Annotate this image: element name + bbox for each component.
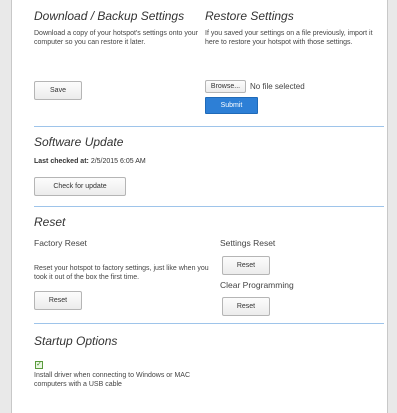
startup-options-title: Startup Options — [34, 334, 118, 348]
clear-programming-button[interactable]: Reset — [222, 297, 270, 316]
last-checked-row: Last checked at: 2/5/2015 6:05 AM — [34, 158, 146, 165]
factory-reset-button[interactable]: Reset — [34, 291, 82, 310]
install-driver-label: Install driver when connecting to Window… — [34, 372, 191, 388]
settings-reset-button[interactable]: Reset — [222, 256, 270, 275]
software-update-title: Software Update — [34, 135, 124, 149]
section-divider — [34, 126, 384, 127]
browse-button[interactable]: Browse... — [205, 80, 246, 93]
download-backup-title: Download / Backup Settings — [34, 9, 185, 23]
section-divider — [34, 323, 384, 324]
factory-reset-description: Reset your hotspot to factory settings, … — [34, 265, 209, 281]
last-checked-value: 2/5/2015 6:05 AM — [90, 158, 146, 165]
last-checked-label: Last checked at: — [34, 158, 89, 165]
restore-settings-title: Restore Settings — [205, 9, 294, 23]
file-status-text: No file selected — [250, 82, 305, 91]
factory-reset-title: Factory Reset — [34, 238, 87, 248]
clear-programming-title: Clear Programming — [220, 280, 294, 290]
settings-panel: Download / Backup Settings Download a co… — [11, 0, 388, 413]
submit-button[interactable]: Submit — [205, 97, 258, 114]
checkmark-icon: ✓ — [36, 361, 42, 368]
restore-settings-description: If you saved your settings on a file pre… — [205, 30, 373, 46]
install-driver-checkbox[interactable]: ✓ — [35, 361, 43, 369]
settings-reset-title: Settings Reset — [220, 238, 276, 248]
reset-title: Reset — [34, 215, 66, 229]
check-for-update-button[interactable]: Check for update — [34, 177, 126, 196]
save-button[interactable]: Save — [34, 81, 82, 100]
download-backup-description: Download a copy of your hotspot's settin… — [34, 30, 198, 46]
section-divider — [34, 206, 384, 207]
